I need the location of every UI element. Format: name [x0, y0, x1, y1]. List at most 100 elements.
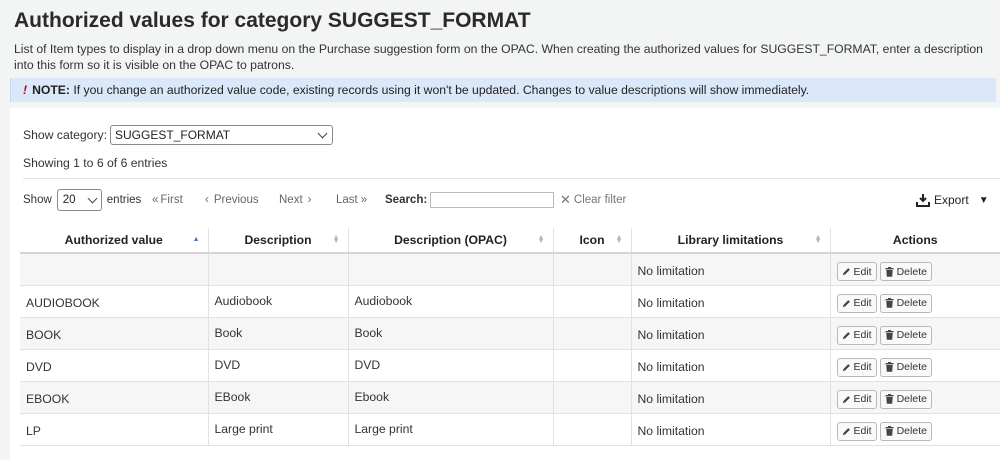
cell-icon: [553, 317, 632, 350]
double-chevron-right-icon: »: [360, 194, 368, 206]
table-row: BOOK Book Book No limitation Edit Delete: [20, 317, 1000, 350]
pencil-icon: [842, 395, 850, 403]
cell-description-opac: DVD: [348, 349, 554, 382]
delete-button[interactable]: Delete: [879, 389, 932, 409]
table-toolbar: Show 20 entries «First ‹ Previous Next › L…: [23, 188, 1000, 212]
divider: [23, 178, 1000, 179]
page-length-control: Show 20 entries: [23, 188, 141, 212]
content-panel: Show category: SUGGEST_FORMAT Showing 1 …: [10, 108, 1000, 460]
page-length-select[interactable]: 20: [56, 189, 102, 211]
trash-icon: [885, 330, 894, 340]
entries-label: entries: [106, 194, 142, 206]
delete-button[interactable]: Delete: [879, 262, 932, 281]
search-input[interactable]: [430, 192, 555, 208]
trash-icon: [885, 426, 894, 436]
pencil-icon: [842, 268, 850, 276]
download-icon: [916, 194, 930, 207]
cell-description-opac: Large print: [348, 413, 554, 446]
delete-button[interactable]: Delete: [879, 421, 932, 441]
export-button[interactable]: Export ▼: [916, 188, 989, 212]
authorized-values-table: Authorized value ▲ Description ▲ ▼ Descript…: [20, 228, 1000, 446]
chevron-down-icon: [87, 193, 98, 203]
cell-icon: [553, 413, 632, 446]
chevron-right-icon: ›: [307, 194, 312, 206]
last-page-button[interactable]: Last»: [336, 188, 367, 212]
category-select-value: SUGGEST_FORMAT: [115, 128, 231, 142]
cell-actions: Edit Delete: [830, 349, 1000, 382]
edit-button[interactable]: Edit: [836, 262, 877, 281]
show-label: Show: [23, 194, 52, 206]
cell-authorized-value: EBOOK: [20, 381, 209, 414]
cell-authorized-value: DVD: [20, 349, 209, 382]
cell-description: [208, 253, 349, 286]
next-page-button[interactable]: Next ›: [279, 188, 312, 212]
delete-button[interactable]: Delete: [879, 293, 932, 313]
trash-icon: [885, 362, 894, 372]
pencil-icon: [842, 363, 850, 371]
cell-actions: Edit Delete: [830, 253, 1000, 286]
pencil-icon: [842, 427, 850, 435]
note-banner: ! NOTE: If you change an authorized value…: [10, 78, 996, 102]
cell-description: EBook: [208, 381, 349, 414]
cell-library-limitations: No limitation: [631, 349, 831, 382]
cell-actions: Edit Delete: [830, 285, 1000, 318]
edit-button[interactable]: Edit: [836, 293, 877, 313]
trash-icon: [885, 266, 894, 277]
cell-description: Large print: [208, 413, 349, 446]
column-header-library-limitations[interactable]: Library limitations ▲ ▼: [631, 228, 831, 254]
page-length-value: 20: [62, 194, 76, 206]
showing-info: Showing 1 to 6 of 6 entries: [23, 156, 168, 170]
sort-ascending-icon: ▲: [192, 236, 200, 243]
cell-library-limitations: No limitation: [631, 413, 831, 446]
cell-actions: Edit Delete: [830, 381, 1000, 414]
edit-button[interactable]: Edit: [836, 421, 877, 441]
close-icon: ✕: [560, 192, 571, 207]
sort-icon: ▲ ▼: [814, 234, 822, 245]
cell-authorized-value: LP: [20, 413, 209, 446]
cell-description-opac: Book: [348, 317, 554, 350]
column-header-description[interactable]: Description ▲ ▼: [208, 228, 349, 254]
column-header-icon[interactable]: Icon ▲ ▼: [553, 228, 632, 254]
sort-icon: ▲ ▼: [615, 234, 623, 245]
alert-icon: !: [23, 83, 28, 97]
search-control: Search:: [385, 188, 555, 212]
cell-icon: [553, 285, 632, 318]
pencil-icon: [842, 331, 850, 339]
trash-icon: [885, 394, 894, 404]
previous-page-button[interactable]: ‹ Previous: [205, 188, 259, 212]
cell-authorized-value: BOOK: [20, 317, 209, 350]
cell-authorized-value: [20, 253, 209, 286]
column-header-description-opac[interactable]: Description (OPAC) ▲ ▼: [348, 228, 554, 254]
delete-button[interactable]: Delete: [879, 357, 932, 377]
column-header-authorized-value[interactable]: Authorized value ▲: [20, 228, 209, 254]
cell-actions: Edit Delete: [830, 413, 1000, 446]
cell-description: Book: [208, 317, 349, 350]
cell-icon: [553, 381, 632, 414]
double-chevron-left-icon: «: [152, 194, 159, 206]
sort-icon: ▲ ▼: [332, 234, 340, 245]
show-category: Show category: SUGGEST_FORMAT: [23, 125, 334, 145]
delete-button[interactable]: Delete: [879, 325, 932, 345]
sort-icon: ▲ ▼: [537, 234, 545, 245]
edit-button[interactable]: Edit: [836, 389, 877, 409]
edit-button[interactable]: Edit: [836, 325, 877, 345]
cell-library-limitations: No limitation: [631, 285, 831, 318]
table-header-row: Authorized value ▲ Description ▲ ▼ Descript…: [20, 228, 1000, 254]
pencil-icon: [842, 299, 850, 307]
search-label: Search:: [385, 194, 428, 206]
cell-description-opac: [348, 253, 554, 286]
first-page-button[interactable]: «First: [152, 188, 183, 212]
cell-icon: [553, 349, 632, 382]
cell-description: DVD: [208, 349, 349, 382]
trash-icon: [885, 298, 894, 308]
cell-description: Audiobook: [208, 285, 349, 318]
cell-description-opac: Ebook: [348, 381, 554, 414]
category-select[interactable]: SUGGEST_FORMAT: [110, 125, 334, 145]
table-row: DVD DVD DVD No limitation Edit Delete: [20, 349, 1000, 382]
edit-button[interactable]: Edit: [836, 357, 877, 377]
caret-down-icon: ▼: [978, 194, 989, 206]
column-header-actions: Actions: [830, 228, 1000, 254]
clear-filter-button[interactable]: ✕ Clear filter: [560, 188, 626, 212]
chevron-down-icon: [317, 128, 328, 138]
cell-library-limitations: No limitation: [631, 381, 831, 414]
